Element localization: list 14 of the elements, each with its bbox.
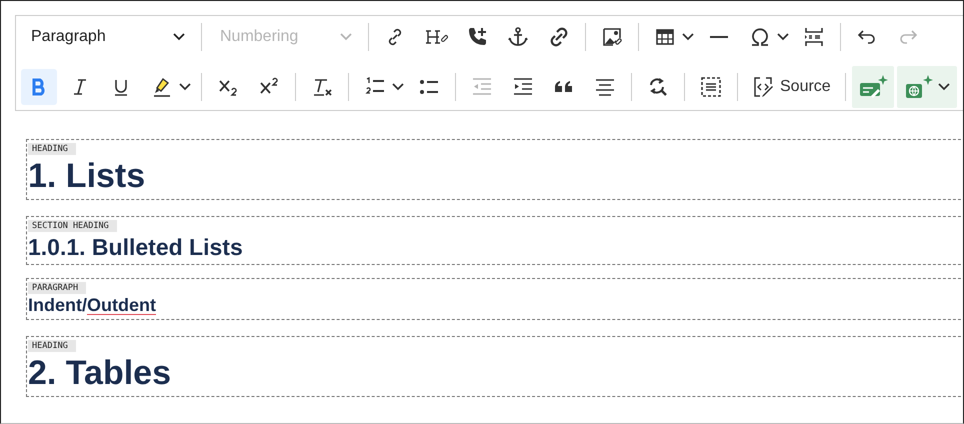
content-block[interactable]: HEADING 2. Tables [26,336,963,397]
block-type-label: HEADING [28,340,76,352]
content-block[interactable]: PARAGRAPH Indent/Outdent [26,278,963,320]
block-type-label: HEADING [28,143,76,155]
source-button[interactable]: Source [746,69,837,105]
heading-text: 1. Lists [28,156,146,197]
block-type-label: SECTION HEADING [28,220,117,232]
block-type-label: PARAGRAPH [28,282,86,294]
content-block[interactable]: HEADING 1. Lists [26,139,963,200]
paragraph-text: Indent/Outdent [28,294,156,317]
heading-text: 2. Tables [28,353,171,394]
content-block[interactable]: SECTION HEADING 1.0.1. Bulleted Lists [26,216,963,265]
paragraph-style-dropdown[interactable]: Paragraph [21,19,193,55]
section-heading-text: 1.0.1. Bulleted Lists [28,233,243,262]
